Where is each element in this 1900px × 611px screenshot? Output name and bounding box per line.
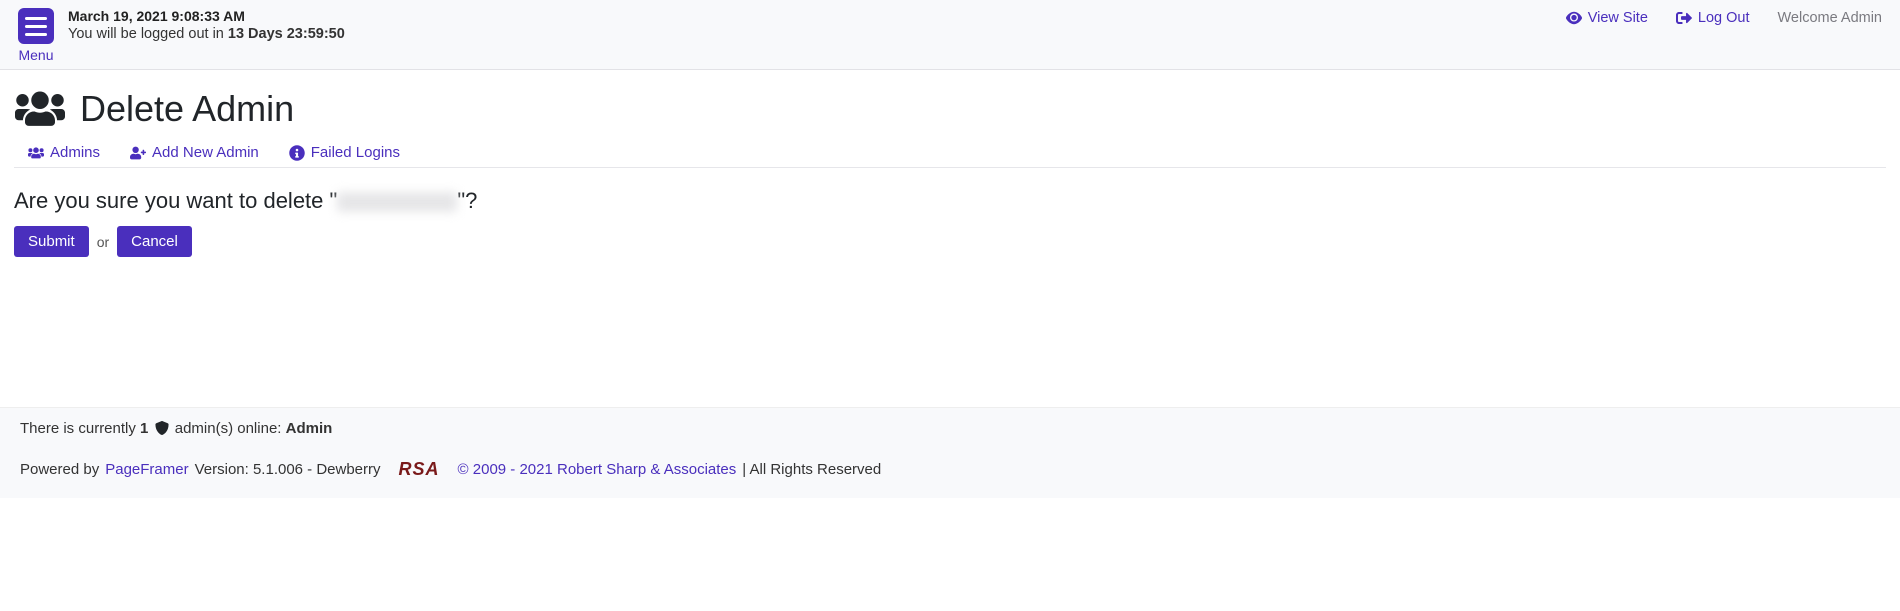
confirm-suffix: "? — [457, 188, 477, 213]
datetime: March 19, 2021 9:08:33 AM — [68, 8, 345, 24]
rsa-logo: RSA — [399, 459, 440, 480]
view-site-label: View Site — [1588, 10, 1648, 26]
menu-label: Menu — [18, 47, 53, 63]
admins-online: There is currently 1 admin(s) online: Ad… — [20, 420, 1880, 437]
online-prefix: There is currently — [20, 420, 140, 437]
online-name: Admin — [286, 420, 333, 437]
sign-out-icon — [1676, 10, 1692, 26]
shield-icon — [155, 421, 169, 435]
pageframer-link[interactable]: PageFramer — [105, 461, 188, 478]
header-info: March 19, 2021 9:08:33 AM You will be lo… — [68, 8, 345, 42]
welcome-text: Welcome Admin — [1778, 10, 1883, 26]
nav-failed-logins-label: Failed Logins — [311, 144, 400, 161]
header-right: View Site Log Out Welcome Admin — [1566, 8, 1882, 26]
log-out-link[interactable]: Log Out — [1676, 10, 1750, 26]
button-row: Submit or Cancel — [14, 226, 1886, 257]
online-count: 1 — [140, 420, 148, 437]
confirm-prefix: Are you sure you want to delete " — [14, 188, 337, 213]
nav-add-new-label: Add New Admin — [152, 144, 259, 161]
user-plus-icon — [130, 145, 146, 161]
footer: There is currently 1 admin(s) online: Ad… — [0, 407, 1900, 498]
page-title-row: Delete Admin — [14, 88, 1886, 130]
nav-admins-label: Admins — [50, 144, 100, 161]
menu-button[interactable]: Menu — [18, 8, 54, 63]
cancel-button[interactable]: Cancel — [117, 226, 192, 257]
powered-by: Powered by — [20, 461, 99, 478]
copyright-link[interactable]: © 2009 - 2021 Robert Sharp & Associates — [458, 461, 737, 478]
hamburger-icon — [18, 8, 54, 44]
rights-text: | All Rights Reserved — [742, 461, 881, 478]
confirm-text: Are you sure you want to delete " "? — [14, 188, 1886, 214]
nav-failed-logins[interactable]: Failed Logins — [289, 144, 400, 161]
exclamation-circle-icon — [289, 145, 305, 161]
top-bar: Menu March 19, 2021 9:08:33 AM You will … — [0, 0, 1900, 70]
footer-credits: Powered by PageFramer Version: 5.1.006 -… — [20, 459, 1880, 480]
page-content: Delete Admin Admins Add New Admin Failed… — [0, 70, 1900, 257]
or-text: or — [97, 234, 109, 250]
logout-value: 13 Days 23:59:50 — [228, 26, 345, 42]
users-icon — [28, 145, 44, 161]
page-title: Delete Admin — [80, 88, 294, 130]
logout-prefix: You will be logged out in — [68, 26, 228, 42]
users-icon — [14, 89, 66, 129]
nav-admins[interactable]: Admins — [28, 144, 100, 161]
redacted-name — [337, 192, 457, 212]
nav-links: Admins Add New Admin Failed Logins — [14, 144, 1886, 168]
nav-add-new-admin[interactable]: Add New Admin — [130, 144, 259, 161]
submit-button[interactable]: Submit — [14, 226, 89, 257]
online-mid: admin(s) online: — [175, 420, 286, 437]
view-site-link[interactable]: View Site — [1566, 10, 1648, 26]
log-out-label: Log Out — [1698, 10, 1750, 26]
version-text: Version: 5.1.006 - Dewberry — [195, 461, 381, 478]
eye-icon — [1566, 10, 1582, 26]
logout-timer: You will be logged out in 13 Days 23:59:… — [68, 26, 345, 42]
